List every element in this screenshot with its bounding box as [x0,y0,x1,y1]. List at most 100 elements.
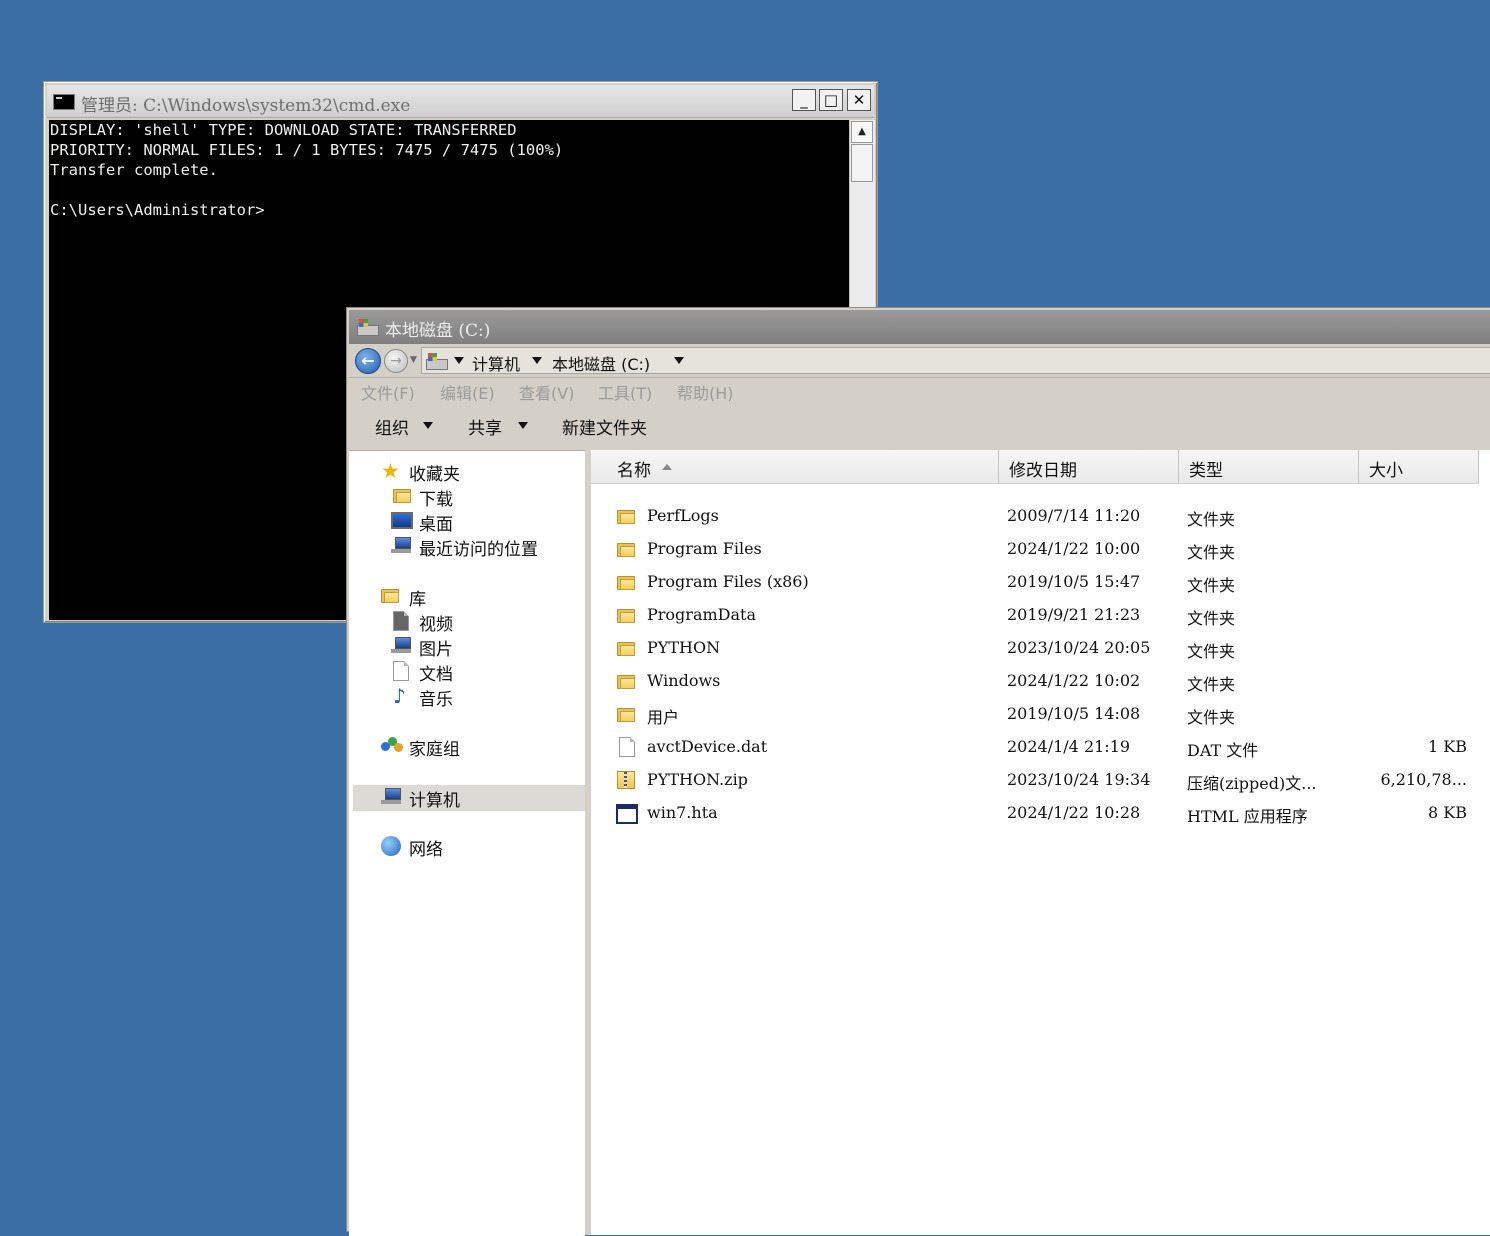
file-row[interactable]: win7.hta 2024/1/22 10:28 HTML 应用程序 8 KB [591,797,1490,830]
file-row[interactable]: ProgramData 2019/9/21 21:23 文件夹 [591,599,1490,632]
file-name: 用户 [647,708,680,727]
explorer-title-bar[interactable]: 本地磁盘 (C:) [349,310,1490,344]
breadcrumb-chevron-icon[interactable] [454,357,464,364]
nav-label: 视频 [419,615,453,635]
scroll-up-arrow-icon[interactable]: ▲ [851,121,873,143]
pictures-icon [391,637,413,653]
back-button[interactable]: ← [355,348,381,374]
nav-label: 下载 [419,490,453,510]
nav-label: 收藏夹 [409,465,460,485]
file-size: 6,210,78... [1380,770,1467,789]
address-bar[interactable]: 计算机 本地磁盘 (C:) [421,347,1490,374]
star-icon: ★ [381,459,400,483]
recent-places-icon [391,537,413,553]
network-globe-icon [381,836,401,856]
file-type: 文件夹 [1187,675,1236,694]
file-date: 2019/9/21 21:23 [1007,605,1141,624]
file-name: Windows [647,671,721,690]
file-row[interactable]: avctDevice.dat 2024/1/4 21:19 DAT 文件 1 KB [591,731,1490,764]
file-type: 文件夹 [1187,609,1236,628]
breadcrumb-chevron-icon[interactable] [532,357,542,364]
video-icon [393,611,409,631]
file-row[interactable]: Program Files (x86) 2019/10/5 15:47 文件夹 [591,566,1490,599]
file-date: 2024/1/4 21:19 [1007,737,1131,756]
share-button[interactable]: 共享 [468,414,502,439]
file-list[interactable]: 名称 修改日期 类型 大小 PerfLogs 2009/7/14 11:20 文件夹… [591,450,1490,1235]
nav-label: 库 [409,590,426,610]
file-type: 文件夹 [1187,576,1236,595]
file-name: Program Files [647,539,762,558]
file-size: 8 KB [1428,803,1467,822]
sort-ascending-icon [662,464,672,470]
file-row[interactable]: PYTHON.zip 2023/10/24 19:34 压缩(zipped)文...… [591,764,1490,797]
menu-edit[interactable]: 编辑(E) [440,380,495,404]
file-row[interactable]: 用户 2019/10/5 14:08 文件夹 [591,698,1490,731]
folder-icon [617,508,635,524]
close-button[interactable]: ✕ [847,89,871,111]
homegroup-icon [381,737,403,755]
menu-tools[interactable]: 工具(T) [598,380,652,404]
column-header-size[interactable]: 大小 [1359,450,1479,484]
organize-label: 组织 [375,419,409,439]
file-name: PYTHON.zip [647,770,748,789]
column-header-name[interactable]: 名称 [591,450,999,484]
file-name: Program Files (x86) [647,572,809,591]
file-name: PYTHON [647,638,721,657]
file-date: 2023/10/24 19:34 [1007,770,1151,789]
history-dropdown-icon[interactable]: ▼ [410,355,417,365]
nav-label: 计算机 [409,791,460,811]
column-label: 大小 [1369,461,1403,481]
library-icon [381,587,399,603]
folder-icon [617,640,635,656]
share-chevron-icon[interactable] [518,422,528,429]
menu-file[interactable]: 文件(F) [361,380,415,404]
drive-icon [426,353,448,370]
folder-icon [617,673,635,689]
downloads-folder-icon [393,487,411,503]
file-row[interactable]: PerfLogs 2009/7/14 11:20 文件夹 [591,500,1490,533]
file-name: ProgramData [647,605,756,624]
file-name: win7.hta [647,803,718,822]
breadcrumb-chevron-icon[interactable] [674,357,684,364]
column-header-date[interactable]: 修改日期 [999,450,1179,484]
nav-label: 家庭组 [409,740,460,760]
file-row[interactable]: PYTHON 2023/10/24 20:05 文件夹 [591,632,1490,665]
cmd-title-bar[interactable]: 管理员: C:\Windows\system32\cmd.exe _ □ ✕ [47,85,874,118]
music-icon: ♪ [393,684,406,708]
file-type: 压缩(zipped)文... [1187,774,1317,793]
file-type: 文件夹 [1187,543,1236,562]
file-type: 文件夹 [1187,510,1236,529]
folder-icon [617,607,635,623]
folder-icon [617,541,635,557]
file-size: 1 KB [1428,737,1467,756]
folder-icon [617,706,635,722]
cmd-window-title: 管理员: C:\Windows\system32\cmd.exe [81,96,411,116]
menu-view[interactable]: 查看(V) [519,380,574,404]
computer-icon [381,788,403,804]
new-folder-button[interactable]: 新建文件夹 [562,414,647,439]
maximize-button[interactable]: □ [819,89,843,111]
nav-label: 音乐 [419,690,453,710]
file-row[interactable]: Program Files 2024/1/22 10:00 文件夹 [591,533,1490,566]
breadcrumb-drive[interactable]: 本地磁盘 (C:) [552,351,650,375]
explorer-window[interactable]: 本地磁盘 (C:) ← → ▼ 计算机 本地磁盘 (C:) 文件(F) 编辑(E… [346,307,1490,1236]
scroll-thumb[interactable] [851,144,873,182]
breadcrumb-computer[interactable]: 计算机 [472,351,520,375]
folder-icon [617,574,635,590]
forward-button[interactable]: → [384,349,408,373]
file-row[interactable]: Windows 2024/1/22 10:02 文件夹 [591,665,1490,698]
documents-icon [393,661,409,681]
console-line: Transfer complete. [50,161,218,179]
minimize-button[interactable]: _ [792,89,816,111]
column-header-type[interactable]: 类型 [1179,450,1359,484]
share-label: 共享 [468,419,502,439]
navigation-pane[interactable]: ★ 收藏夹 下载 桌面 最近访问的位置 库 视频 图片 文档 ♪ 音乐 家庭组 … [349,450,585,1236]
menu-help[interactable]: 帮助(H) [677,380,734,404]
desktop-icon [391,512,413,529]
column-label: 类型 [1189,461,1223,481]
organize-button[interactable]: 组织 [375,414,409,439]
file-date: 2019/10/5 14:08 [1007,704,1141,723]
organize-chevron-icon[interactable] [423,422,433,429]
file-date: 2024/1/22 10:02 [1007,671,1141,690]
file-type: 文件夹 [1187,642,1236,661]
